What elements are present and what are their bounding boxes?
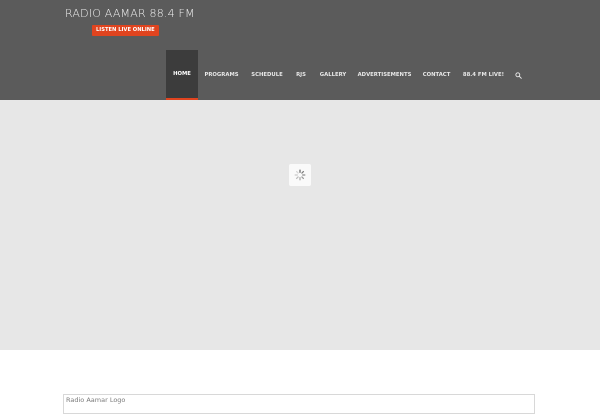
site-title[interactable]: RADIO AAMAR 88.4 FM bbox=[65, 7, 195, 21]
logo-image: Radio Aamar Logo bbox=[63, 394, 535, 414]
nav-item-rjs[interactable]: RJS bbox=[289, 50, 313, 100]
search-icon-glyph bbox=[514, 71, 522, 79]
nav-item-programs[interactable]: PROGRAMS bbox=[198, 50, 245, 100]
main-nav: HOME PROGRAMS SCHEDULE RJS GALLERY ADVER… bbox=[166, 50, 526, 100]
nav-item-contact[interactable]: CONTACT bbox=[416, 50, 457, 100]
spinner-icon bbox=[294, 169, 306, 181]
loading-box bbox=[289, 164, 311, 186]
content-area: Radio Aamar Logo bbox=[0, 350, 600, 414]
nav-item-live[interactable]: 88.4 FM LIVE! bbox=[457, 50, 510, 100]
listen-live-button[interactable]: LISTEN LIVE ONLINE bbox=[92, 25, 159, 36]
nav-item-home[interactable]: HOME bbox=[166, 50, 198, 100]
search-icon[interactable] bbox=[510, 50, 526, 100]
nav-item-advertisements[interactable]: ADVERTISEMENTS bbox=[353, 50, 416, 100]
nav-item-gallery[interactable]: GALLERY bbox=[313, 50, 353, 100]
nav-item-schedule[interactable]: SCHEDULE bbox=[245, 50, 289, 100]
logo-alt-text: Radio Aamar Logo bbox=[66, 396, 126, 404]
slider-area bbox=[0, 100, 600, 350]
site-header: RADIO AAMAR 88.4 FM LISTEN LIVE ONLINE H… bbox=[0, 0, 600, 100]
